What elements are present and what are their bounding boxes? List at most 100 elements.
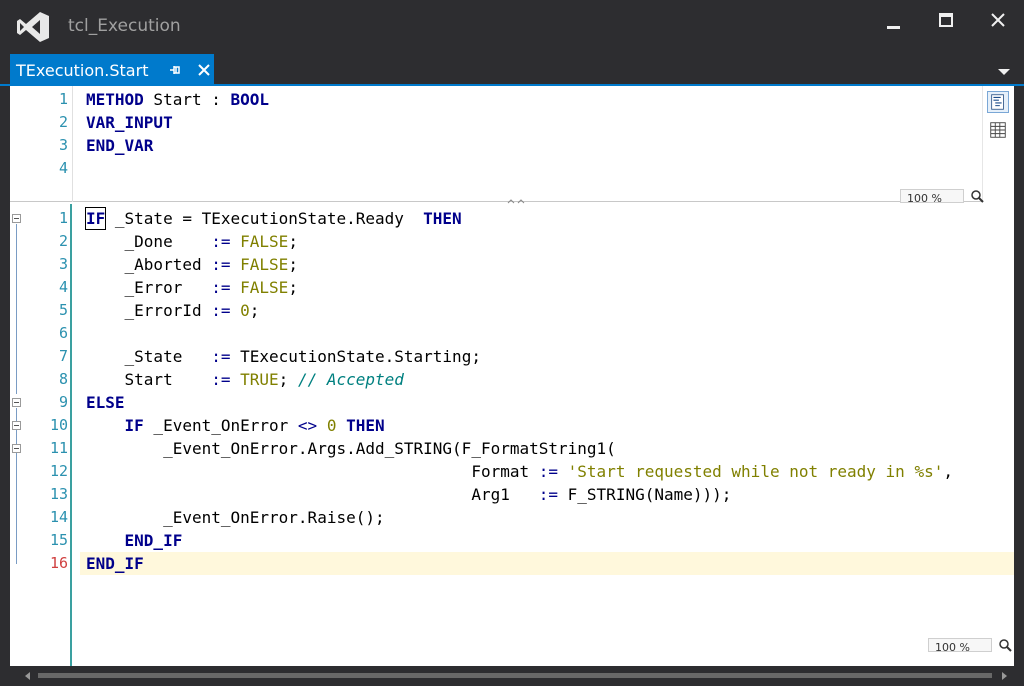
operator: := (211, 301, 231, 320)
code-line[interactable]: _Aborted := FALSE; (86, 253, 298, 276)
code-text: , (943, 462, 953, 481)
code-line[interactable]: _Event_OnError.Raise(); (86, 506, 385, 529)
line-number: 11 (49, 439, 68, 457)
code-line[interactable]: END_IF (86, 529, 183, 552)
line-number-current: 16 (49, 554, 68, 572)
current-line-highlight (80, 552, 1014, 575)
close-window-icon[interactable] (978, 8, 1018, 38)
code-line[interactable]: IF _State = TExecutionState.Ready THEN (86, 207, 462, 230)
zoom-magnifier-icon[interactable] (998, 638, 1012, 652)
window-title: tcl_Execution (68, 16, 181, 36)
tab-list-dropdown-icon[interactable] (997, 68, 1011, 76)
tabular-view-icon[interactable] (987, 119, 1009, 141)
maximize-icon[interactable] (926, 8, 966, 38)
line-number: 6 (58, 324, 68, 342)
scroll-left-icon[interactable] (24, 672, 32, 680)
scrollbar-thumb[interactable] (38, 673, 992, 678)
literal: FALSE (240, 232, 289, 251)
line-number: 1 (58, 90, 68, 108)
code-line[interactable]: _Done := FALSE; (86, 230, 298, 253)
gutter-separator (72, 86, 73, 202)
line-number: 3 (58, 255, 68, 273)
title-bar: tcl_Execution (0, 0, 1024, 54)
line-number: 10 (49, 416, 68, 434)
zoom-level[interactable]: 100 % (928, 638, 992, 652)
code-line[interactable]: _Error := FALSE; (86, 276, 298, 299)
code-text: _State = TExecutionState.Ready (105, 209, 424, 228)
line-number: 3 (58, 136, 68, 154)
code-text: _Event_OnError (143, 416, 298, 435)
line-number: 2 (58, 113, 68, 131)
line-number: 7 (58, 347, 68, 365)
visual-studio-logo-icon (17, 12, 49, 42)
line-number: 8 (58, 370, 68, 388)
line-number: 14 (49, 508, 68, 526)
keyword-if: IF (86, 416, 144, 435)
bracket-match-highlight (85, 207, 106, 230)
fold-toggle[interactable] (12, 444, 21, 453)
declaration-pane[interactable]: 1 2 3 4 METHOD Start : BOOL VAR_INPUT EN… (10, 86, 1014, 203)
fold-guide (16, 224, 17, 394)
zoom-level[interactable]: 100 % (900, 189, 964, 203)
keyword-then: THEN (423, 209, 462, 228)
keyword-end-if: END_IF (86, 554, 144, 573)
pin-icon[interactable] (168, 63, 182, 77)
code-text: Arg1 (86, 485, 539, 504)
close-icon[interactable] (196, 62, 212, 78)
horizontal-scrollbar[interactable] (10, 666, 1014, 686)
string-literal: 'Start requested while not ready in %s' (567, 462, 944, 481)
keyword-type: BOOL (230, 90, 270, 109)
code-text: ; (288, 255, 298, 274)
textual-view-icon[interactable] (987, 91, 1009, 113)
operator: := (211, 278, 231, 297)
editor-frame: 1 2 3 4 METHOD Start : BOOL VAR_INPUT EN… (10, 86, 1014, 666)
code-line[interactable]: IF _Event_OnError <> 0 THEN (86, 414, 385, 437)
code-text: _Event_OnError.Raise(); (86, 508, 385, 527)
keyword-else: ELSE (86, 393, 125, 412)
code-line[interactable]: _State := TExecutionState.Starting; (86, 345, 481, 368)
fold-guide (16, 408, 17, 564)
keyword-then: THEN (346, 416, 385, 435)
code-line[interactable]: METHOD Start : BOOL (86, 88, 269, 111)
code-line[interactable]: _Event_OnError.Args.Add_STRING(F_FormatS… (86, 437, 616, 460)
code-line[interactable]: Arg1 := F_STRING(Name))); (86, 483, 731, 506)
keyword-end-if: END_IF (86, 531, 183, 550)
code-line[interactable]: END_VAR (86, 134, 153, 157)
keyword-method: METHOD (86, 90, 144, 109)
code-text: _Done (86, 232, 212, 251)
tab-texecution-start[interactable]: TExecution.Start (10, 54, 214, 86)
code-text: ; (288, 232, 298, 251)
code-text: _Event_OnError.Args.Add_STRING(F_FormatS… (86, 439, 616, 458)
comment: // Accepted (297, 370, 404, 389)
line-number: 4 (58, 159, 68, 177)
implementation-pane[interactable]: 1 2 3 4 5 6 7 8 9 10 11 12 13 14 15 16 I (10, 204, 1014, 666)
code-text: ; (278, 370, 289, 389)
literal: FALSE (240, 278, 289, 297)
code-line[interactable]: END_IF (86, 552, 144, 575)
code-line[interactable]: VAR_INPUT (86, 111, 173, 134)
code-line[interactable]: Format := 'Start requested while not rea… (86, 460, 953, 483)
literal: 0 (326, 416, 337, 435)
minimize-icon[interactable] (874, 8, 914, 38)
fold-toggle[interactable] (12, 421, 21, 430)
fold-toggle[interactable] (12, 398, 21, 407)
code-line[interactable]: Start := TRUE; // Accepted (86, 368, 404, 391)
scroll-right-icon[interactable] (1000, 672, 1008, 680)
line-number: 2 (58, 232, 68, 250)
code-line[interactable]: ELSE (86, 391, 125, 414)
line-number: 12 (49, 462, 68, 480)
gutter-separator (70, 204, 72, 666)
zoom-magnifier-icon[interactable] (970, 189, 984, 203)
operator: := (211, 370, 231, 389)
method-name: Start : (143, 90, 231, 109)
literal: TRUE (240, 370, 279, 389)
code-line[interactable]: _ErrorId := 0; (86, 299, 260, 322)
tab-label: TExecution.Start (16, 61, 149, 80)
code-text: Start (86, 370, 212, 389)
keyword-var-input: VAR_INPUT (86, 113, 173, 132)
fold-toggle[interactable] (12, 214, 21, 223)
operator: := (211, 255, 231, 274)
code-text: _ErrorId (86, 301, 212, 320)
line-number: 1 (58, 209, 68, 227)
declaration-gutter: 1 2 3 4 (10, 86, 72, 202)
